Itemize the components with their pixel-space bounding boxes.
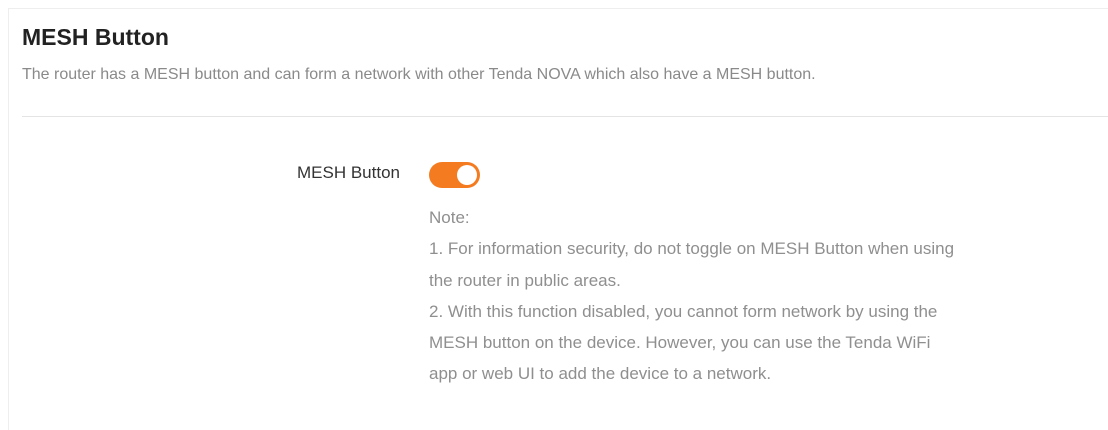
panel-top-border: [8, 8, 1108, 9]
panel-left-border: [8, 8, 9, 430]
note-item-1: 1. For information security, do not togg…: [429, 239, 955, 290]
section-title: MESH Button: [22, 24, 169, 50]
mesh-button-toggle[interactable]: [429, 162, 480, 188]
mesh-settings-page: MESH Button The router has a MESH button…: [0, 0, 1108, 430]
note-item-2: 2. With this function disabled, you cann…: [429, 301, 938, 384]
mesh-button-label: MESH Button: [297, 163, 400, 182]
note-heading: Note:: [429, 208, 470, 227]
toggle-knob: [457, 165, 477, 185]
section-divider: [22, 116, 1108, 117]
section-description: The router has a MESH button and can for…: [22, 66, 816, 83]
note-block: Note: 1. For information security, do no…: [429, 202, 959, 390]
